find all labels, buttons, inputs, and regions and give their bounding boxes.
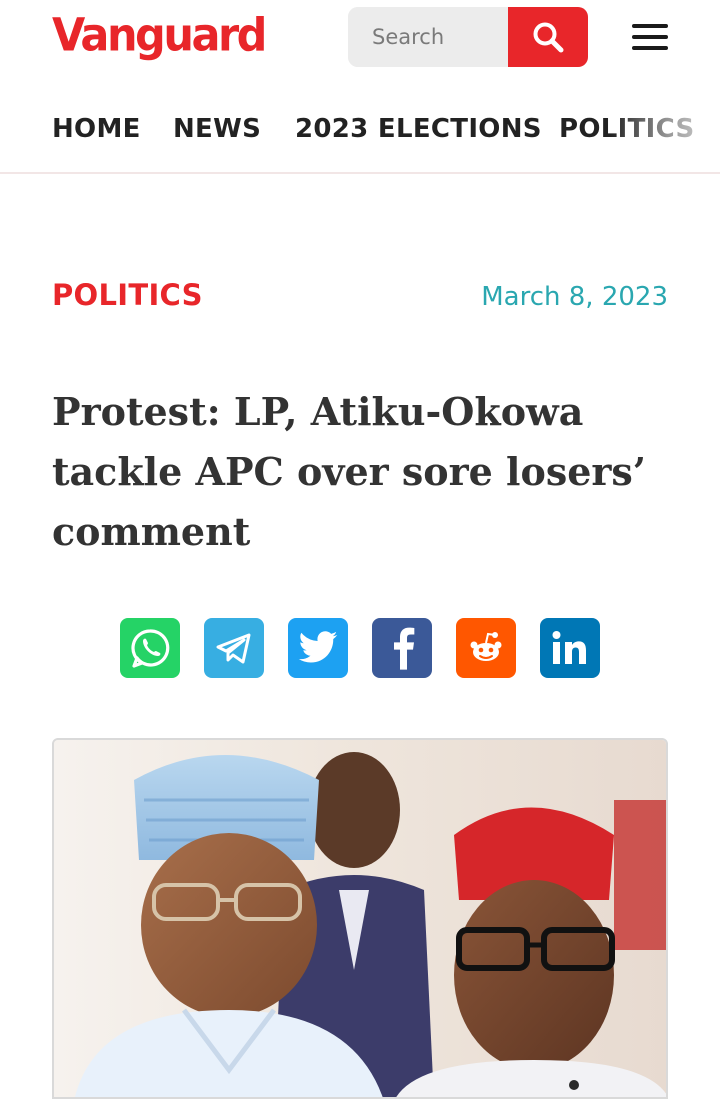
site-header: Vanguard xyxy=(0,0,720,80)
article-headline: Protest: LP, Atiku-Okowa tackle APC over… xyxy=(52,389,647,554)
hamburger-menu-button[interactable] xyxy=(630,24,670,52)
nav-scroll-fade xyxy=(610,96,720,170)
telegram-icon xyxy=(216,633,251,664)
nav-item-2023-elections[interactable]: 2023 ELECTIONS xyxy=(295,114,542,144)
share-twitter-button[interactable] xyxy=(288,618,348,678)
share-linkedin-button[interactable] xyxy=(540,618,600,678)
nav-item-news[interactable]: NEWS xyxy=(173,114,261,144)
nav-item-home[interactable]: HOME xyxy=(52,114,141,144)
site-logo[interactable]: Vanguard xyxy=(52,7,267,66)
search-input[interactable] xyxy=(348,7,508,67)
linkedin-icon xyxy=(552,631,586,664)
article-date: March 8, 2023 xyxy=(481,282,668,312)
reddit-icon xyxy=(470,632,502,661)
share-telegram-button[interactable] xyxy=(204,618,264,678)
share-whatsapp-button[interactable] xyxy=(120,618,180,678)
article-category[interactable]: POLITICS xyxy=(52,278,203,312)
search-button[interactable] xyxy=(508,7,588,67)
hero-photo xyxy=(54,740,666,1097)
main-nav: HOME NEWS 2023 ELECTIONS POLITICS xyxy=(0,96,720,174)
share-reddit-button[interactable] xyxy=(456,618,516,678)
search-icon xyxy=(533,22,564,53)
article-hero-image xyxy=(52,738,668,1099)
search-box xyxy=(348,7,588,67)
menu-icon xyxy=(632,24,668,28)
share-facebook-button[interactable] xyxy=(372,618,432,678)
whatsapp-icon xyxy=(131,629,170,668)
twitter-icon xyxy=(298,631,338,663)
facebook-icon xyxy=(394,627,415,670)
